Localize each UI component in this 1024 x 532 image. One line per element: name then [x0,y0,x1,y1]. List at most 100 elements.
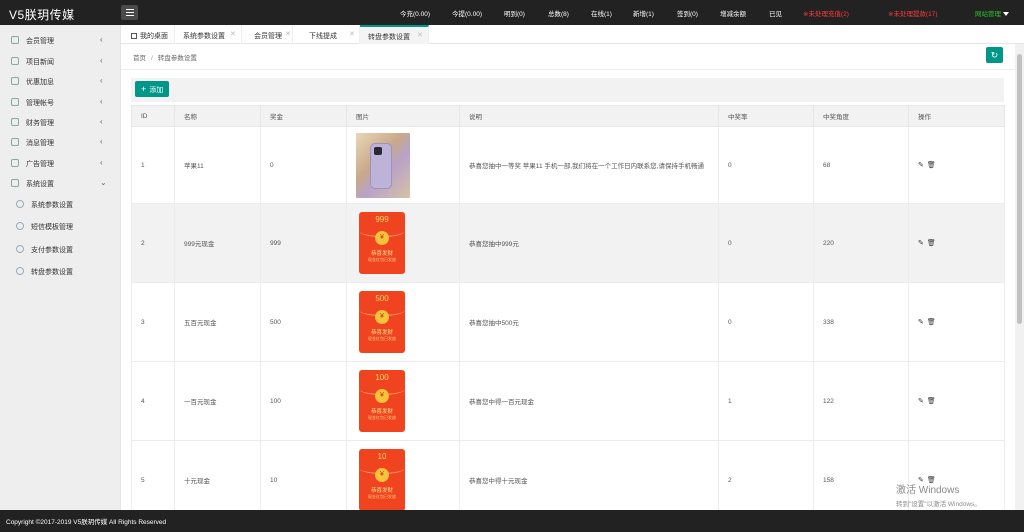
scrollbar-thumb[interactable] [1017,54,1022,324]
delete-icon[interactable]: 🗑 [927,240,936,247]
sidebar-item-label: 财务管理 [26,120,54,127]
prize-image-phone[interactable] [356,132,410,198]
packet-text-main: 恭喜发财 [370,409,393,415]
col-header-win-angle[interactable]: 中奖角度 [813,105,909,127]
wheel-icon [16,267,24,275]
cell-id: 4 [131,361,175,441]
cell-id: 3 [131,282,175,362]
delete-icon[interactable]: 🗑 [927,398,936,405]
sidebar-item-projects[interactable]: 项目新闻 ‹ [0,51,121,71]
close-icon[interactable]: ✕ [349,30,355,38]
chevron-down-icon: ⌄ [100,178,107,187]
yuan-coin-icon: ¥ [375,310,389,324]
col-header-id[interactable]: ID [131,105,175,127]
cell-actions: ✎ 🗑 [908,203,1005,283]
cell-description: 恭喜您中得十元现金 [459,440,719,520]
cell-description: 恭喜您抽中一等奖 苹果11 手机一部,我们将在一个工作日内联系您,请保持手机畅通 [459,126,719,204]
col-header-actions[interactable]: 操作 [908,105,1005,127]
sidebar-subitem-payment-params[interactable]: 支付参数设置 [0,239,121,259]
sidebar-subitem-system-params[interactable]: 系统参数设置 [0,194,121,214]
prize-table: ID 名称 奖金 图片 说明 中奖率 中奖角度 操作 1 苹果11 0 恭喜您抽… [131,105,1005,520]
prize-image-red-packet[interactable]: 999 ¥ 恭喜发财 现金红包已发放 [359,212,405,274]
table-row: 5 十元现金 10 10 ¥ 恭喜发财 现金红包已发放 恭喜您中得十元现金 2 158… [131,440,1005,520]
tab-system-params[interactable]: 系统参数设置 ✕ [175,25,242,44]
tab-label: 会员管理 [254,33,282,40]
stat-signin[interactable]: 签到(0) [677,8,698,18]
tab-my-desktop[interactable]: 我的桌面 [121,25,175,44]
sidebar-subitem-wheel-params[interactable]: 转盘参数设置 [0,261,121,281]
add-button[interactable]: + 添加 [135,81,169,97]
table-row: 2 999元现金 999 999 ¥ 恭喜发财 现金红包已发放 恭喜您抽中999元 0… [131,203,1005,283]
stat-adjust-balance[interactable]: 增减余额 [720,8,746,18]
sidebar-item-messages[interactable]: 消息管理 ‹ [0,132,121,152]
windows-activation-watermark: 激活 Windows 转到"设置"以激活 Windows。 [896,481,981,508]
tab-members[interactable]: 会员管理 ✕ [242,25,293,44]
close-icon[interactable]: ✕ [230,30,236,38]
delete-icon[interactable]: 🗑 [927,319,936,326]
sidebar-subitem-label: 转盘参数设置 [31,269,73,276]
col-header-description[interactable]: 说明 [459,105,719,127]
user-icon [11,36,19,44]
stat-online[interactable]: 在线(1) [591,8,612,18]
sidebar-item-promotions[interactable]: 优惠加息 ‹ [0,71,121,91]
stat-tomorrow-due[interactable]: 明到(0) [504,8,525,18]
prize-image-red-packet[interactable]: 100 ¥ 恭喜发财 现金红包已发放 [359,370,405,432]
edit-icon[interactable]: ✎ [918,319,924,326]
stat-pending-recharge[interactable]: ※未处理充值(2) [803,8,849,18]
sidebar-item-label: 会员管理 [26,38,54,45]
edit-icon[interactable]: ✎ [918,398,924,405]
close-icon[interactable]: ✕ [417,31,423,39]
close-icon[interactable]: ✕ [285,30,291,38]
prize-image-red-packet[interactable]: 500 ¥ 恭喜发财 现金红包已发放 [359,291,405,353]
stat-new[interactable]: 新增(1) [633,8,654,18]
sidebar-subitem-label: 系统参数设置 [31,202,73,209]
hamburger-icon-line [125,12,134,13]
packet-text-main: 恭喜发财 [370,488,393,494]
edit-icon[interactable]: ✎ [918,162,924,169]
vertical-scrollbar[interactable] [1015,44,1024,510]
sidebar: 会员管理 ‹ 项目新闻 ‹ 优惠加息 ‹ 管理帐号 ‹ 财务管理 ‹ 消息管理 ‹ 广告管理… [0,25,121,510]
image-icon [11,77,19,85]
cell-name: 五百元现金 [174,282,261,362]
sidebar-item-label: 系统设置 [26,181,54,188]
tab-downline-commission[interactable]: 下线提成 ✕ [293,25,360,44]
col-header-win-rate[interactable]: 中奖率 [718,105,814,127]
brand-logo: V5朕玥传媒 [9,8,75,22]
sidebar-subitem-sms-templates[interactable]: 短信模板管理 [0,216,121,236]
sidebar-item-ads[interactable]: 广告管理 ‹ [0,153,121,173]
sidebar-item-members[interactable]: 会员管理 ‹ [0,30,121,50]
yuan-coin-icon: ¥ [375,231,389,245]
sms-icon [16,222,24,230]
tab-wheel-params[interactable]: 转盘参数设置 ✕ [360,25,429,44]
message-icon [11,138,19,146]
breadcrumb-home[interactable]: 首页 [133,55,146,62]
col-header-image[interactable]: 图片 [346,105,460,127]
table-toolbar: + 添加 [131,78,1004,102]
stat-today-withdraw[interactable]: 今提(0.00) [452,8,482,18]
row-actions: ✎ 🗑 [918,398,939,405]
sidebar-subitem-label: 支付参数设置 [31,247,73,254]
cell-image: 500 ¥ 恭喜发财 现金红包已发放 [346,282,460,362]
packet-text-sub: 现金红包已发放 [368,415,396,420]
delete-icon[interactable]: 🗑 [927,162,936,169]
site-admin-menu[interactable]: 网站管理 [975,8,1009,18]
table-row: 3 五百元现金 500 500 ¥ 恭喜发财 现金红包已发放 恭喜您抽中500元 0 … [131,282,1005,362]
sidebar-item-finance[interactable]: 财务管理 ‹ [0,112,121,132]
yuan-coin-icon: ¥ [375,389,389,403]
stat-today-recharge[interactable]: 今充(0.00) [400,8,430,18]
col-header-name[interactable]: 名称 [174,105,261,127]
sidebar-item-label: 项目新闻 [26,59,54,66]
stat-total[interactable]: 总数(8) [548,8,569,18]
refresh-button[interactable]: ↻ [986,47,1003,63]
col-header-bonus[interactable]: 奖金 [260,105,347,127]
menu-toggle-button[interactable] [121,5,138,20]
cell-bonus: 10 [260,440,347,520]
cell-image: 10 ¥ 恭喜发财 现金红包已发放 [346,440,460,520]
cell-win-angle: 122 [813,361,909,441]
sidebar-item-system-settings[interactable]: 系统设置 ⌄ [0,173,121,193]
prize-image-red-packet[interactable]: 10 ¥ 恭喜发财 现金红包已发放 [359,449,405,511]
stat-seen[interactable]: 已见 [769,8,782,18]
stat-pending-withdraw[interactable]: ※未处理提款(17) [888,8,938,18]
edit-icon[interactable]: ✎ [918,240,924,247]
sidebar-item-admin-accounts[interactable]: 管理帐号 ‹ [0,92,121,112]
